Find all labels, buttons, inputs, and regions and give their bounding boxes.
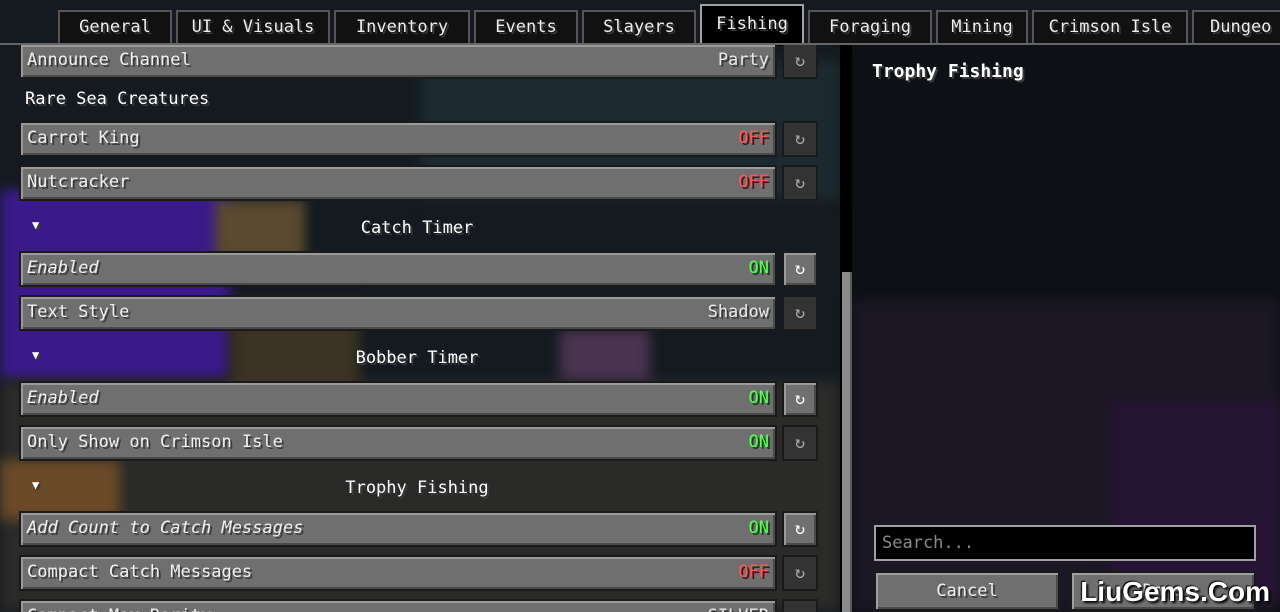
search-input[interactable] <box>874 525 1256 561</box>
section-title: Catch Timer <box>360 218 474 238</box>
option-value: ON <box>748 388 769 408</box>
section-catch-timer[interactable]: ▼ Catch Timer <box>0 211 840 245</box>
option-label: Compact Max Rarity <box>27 601 211 612</box>
reset-icon[interactable]: ↻ <box>782 381 818 417</box>
reset-icon[interactable]: ↻ <box>782 511 818 547</box>
cancel-button[interactable]: Cancel <box>874 571 1060 611</box>
tab-mining[interactable]: Mining <box>936 10 1028 44</box>
nutcracker-toggle[interactable]: Nutcracker OFF <box>19 165 777 201</box>
option-value: SILVER <box>708 601 769 612</box>
reset-icon[interactable]: ↻ <box>782 251 818 287</box>
option-value: ON <box>748 432 769 452</box>
tab-events[interactable]: Events <box>474 10 578 44</box>
option-bobber-timer-enabled: Enabled ON ↻ <box>19 381 819 417</box>
option-value: Shadow <box>707 302 769 322</box>
option-label: Add Count to Catch Messages <box>27 518 304 538</box>
option-nutcracker: Nutcracker OFF ↻ <box>19 165 819 201</box>
option-catch-timer-enabled: Enabled ON ↻ <box>19 251 819 287</box>
announce-channel-button[interactable]: Announce Channel Party <box>19 45 777 79</box>
option-compact-max-rarity: Compact Max Rarity SILVER ↻ <box>19 599 819 612</box>
section-title: Bobber Timer <box>355 348 479 368</box>
subheading-rare-sea-creatures: Rare Sea Creatures <box>25 89 210 109</box>
watermark: LiuGems.Com <box>1080 576 1270 607</box>
option-add-count: Add Count to Catch Messages ON ↻ <box>19 511 819 547</box>
option-label: Enabled <box>27 388 99 408</box>
option-label: Carrot King <box>27 128 140 148</box>
config-list: Announce Channel Party ↻ Rare Sea Creatu… <box>0 45 840 612</box>
scrollbar-thumb[interactable] <box>842 272 852 612</box>
catch-timer-enabled-toggle[interactable]: Enabled ON <box>19 251 777 287</box>
option-compact-catch: Compact Catch Messages OFF ↻ <box>19 555 819 591</box>
bobber-timer-enabled-toggle[interactable]: Enabled ON <box>19 381 777 417</box>
option-announce-channel: Announce Channel Party ↻ <box>19 45 819 79</box>
option-value: OFF <box>738 128 769 148</box>
compact-max-rarity-button[interactable]: Compact Max Rarity SILVER <box>19 599 777 612</box>
option-label: Enabled <box>27 258 99 278</box>
reset-icon[interactable]: ↻ <box>782 599 818 612</box>
carrot-king-toggle[interactable]: Carrot King OFF <box>19 121 777 157</box>
option-value: OFF <box>738 172 769 192</box>
option-label: Compact Catch Messages <box>27 562 253 582</box>
reset-icon[interactable]: ↻ <box>782 165 818 201</box>
tab-general[interactable]: General <box>58 10 172 44</box>
tab-ui-visuals[interactable]: UI & Visuals <box>176 10 330 44</box>
reset-icon[interactable]: ↻ <box>782 45 818 79</box>
reset-icon[interactable]: ↻ <box>782 121 818 157</box>
option-value: ON <box>748 258 769 278</box>
text-style-button[interactable]: Text Style Shadow <box>19 295 777 331</box>
panel-title: Trophy Fishing <box>872 61 1024 82</box>
category-tabs: General UI & Visuals Inventory Events Sl… <box>0 0 1280 46</box>
option-label: Only Show on Crimson Isle <box>27 432 283 452</box>
option-label: Announce Channel <box>27 50 191 70</box>
tab-crimson-isle[interactable]: Crimson Isle <box>1032 10 1188 44</box>
tab-fishing[interactable]: Fishing <box>700 4 804 46</box>
option-only-crimson-isle: Only Show on Crimson Isle ON ↻ <box>19 425 819 461</box>
tab-inventory[interactable]: Inventory <box>334 10 470 44</box>
option-value: Party <box>717 50 769 70</box>
option-label: Nutcracker <box>27 172 130 192</box>
option-value: OFF <box>738 562 769 582</box>
reset-icon[interactable]: ↻ <box>782 555 818 591</box>
description-panel: Trophy Fishing Cancel Done <box>852 45 1280 612</box>
reset-icon[interactable]: ↻ <box>782 425 818 461</box>
section-trophy-fishing[interactable]: ▼ Trophy Fishing <box>0 471 840 505</box>
option-label: Text Style <box>27 302 130 322</box>
tab-slayers[interactable]: Slayers <box>582 10 696 44</box>
add-count-toggle[interactable]: Add Count to Catch Messages ON <box>19 511 777 547</box>
reset-icon[interactable]: ↻ <box>782 295 818 331</box>
section-title: Trophy Fishing <box>345 478 489 498</box>
option-text-style: Text Style Shadow ↻ <box>19 295 819 331</box>
tab-dungeons[interactable]: Dungeo <box>1192 10 1280 44</box>
tab-foraging[interactable]: Foraging <box>808 10 932 44</box>
only-crimson-isle-toggle[interactable]: Only Show on Crimson Isle ON <box>19 425 777 461</box>
option-carrot-king: Carrot King OFF ↻ <box>19 121 819 157</box>
section-bobber-timer[interactable]: ▼ Bobber Timer <box>0 341 840 375</box>
option-value: ON <box>748 518 769 538</box>
compact-catch-toggle[interactable]: Compact Catch Messages OFF <box>19 555 777 591</box>
